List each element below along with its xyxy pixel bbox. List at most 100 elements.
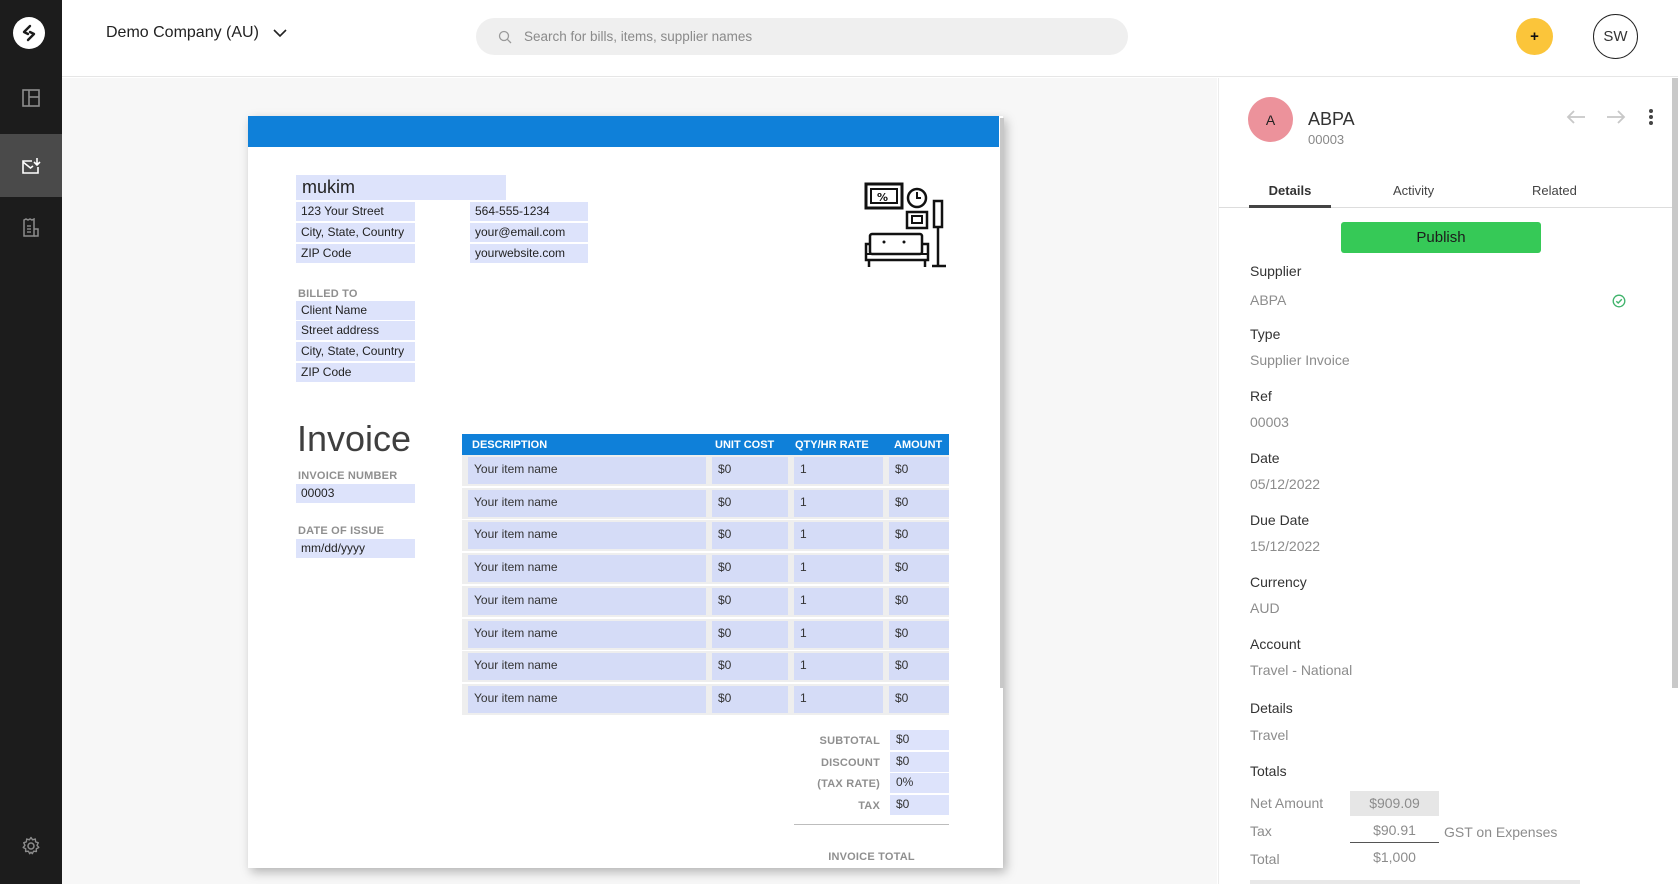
- billed-to-line: Street address: [296, 321, 415, 340]
- column-description: DESCRIPTION: [472, 439, 548, 451]
- item-amount: $0: [889, 685, 949, 713]
- supplier-name: ABPA: [1308, 109, 1355, 129]
- item-amount: $0: [889, 555, 949, 583]
- ref-value[interactable]: 00003: [1250, 414, 1289, 430]
- summary-label: SUBTOTAL: [819, 735, 880, 747]
- invoice-title: Invoice: [297, 418, 412, 459]
- item-description: Your item name: [468, 457, 706, 484]
- total-label: Total: [1250, 851, 1280, 867]
- item-amount: $0: [889, 587, 949, 615]
- item-amount: $0: [889, 522, 949, 550]
- verified-check-icon: [1612, 294, 1626, 308]
- item-amount: $0: [889, 653, 949, 681]
- summary-label: (TAX RATE): [817, 778, 880, 791]
- table-row: Your item name $0 1 $0: [462, 487, 949, 519]
- summary-label: DISCOUNT: [820, 756, 880, 769]
- panel-scrollbar[interactable]: [1672, 78, 1678, 688]
- contact-email: your@email.com: [470, 223, 588, 242]
- ref-label: Ref: [1250, 388, 1272, 404]
- tab-activity[interactable]: Activity: [1393, 183, 1434, 208]
- item-qty: 1: [794, 587, 883, 615]
- column-amount: AMOUNT: [894, 439, 943, 451]
- table-row: Your item name $0 1 $0: [462, 651, 949, 683]
- inbox-download-icon: [22, 157, 41, 174]
- document-scrollbar[interactable]: [1000, 118, 1004, 688]
- tab-details[interactable]: Details: [1249, 183, 1331, 208]
- item-qty: 1: [794, 555, 883, 583]
- table-row: Your item name $0 1 $0: [462, 585, 949, 617]
- due-date-label: Due Date: [1250, 512, 1310, 528]
- business-name: mukim: [296, 175, 506, 200]
- address-line: City, State, Country: [296, 223, 415, 242]
- contact-phone: 564-555-1234: [470, 202, 588, 221]
- item-unit-cost: $0: [712, 522, 788, 550]
- item-description: Your item name: [468, 685, 706, 713]
- item-description: Your item name: [468, 653, 706, 681]
- currency-value[interactable]: AUD: [1250, 600, 1280, 616]
- sidebar-item-inbox[interactable]: [0, 134, 62, 197]
- item-unit-cost: $0: [712, 457, 788, 484]
- tax-value[interactable]: $90.91: [1350, 818, 1439, 843]
- item-unit-cost: $0: [712, 489, 788, 517]
- search-icon: [498, 30, 512, 43]
- item-qty: 1: [794, 489, 883, 517]
- due-date-value[interactable]: 15/12/2022: [1250, 538, 1320, 554]
- arrow-left-icon: [1566, 110, 1585, 124]
- item-unit-cost: $0: [712, 587, 788, 615]
- item-description: Your item name: [468, 587, 706, 615]
- type-value[interactable]: Supplier Invoice: [1250, 352, 1350, 368]
- item-qty: 1: [794, 653, 883, 681]
- invoice-number: 00003: [296, 484, 415, 503]
- next-button[interactable]: [1606, 108, 1626, 131]
- search-input[interactable]: [524, 29, 1084, 44]
- date-of-issue-label: DATE OF ISSUE: [298, 525, 385, 537]
- panel-tabs: Details Activity Related: [1219, 183, 1678, 208]
- chevron-down-icon: [273, 28, 287, 37]
- item-amount: $0: [889, 457, 949, 484]
- item-description: Your item name: [468, 489, 706, 517]
- more-options-button[interactable]: [1648, 108, 1654, 131]
- item-amount: $0: [889, 620, 949, 648]
- table-row: Your item name $0 1 $0: [462, 553, 949, 585]
- user-avatar[interactable]: SW: [1593, 14, 1638, 59]
- search-bar[interactable]: [476, 18, 1128, 55]
- invoice-number-label: INVOICE NUMBER: [298, 470, 398, 482]
- account-label: Account: [1250, 636, 1301, 652]
- item-unit-cost: $0: [712, 555, 788, 583]
- supplier-value[interactable]: ABPA: [1250, 292, 1286, 308]
- company-selector[interactable]: Demo Company (AU): [106, 24, 287, 42]
- item-unit-cost: $0: [712, 620, 788, 648]
- item-qty: 1: [794, 522, 883, 550]
- document-viewer: mukim 123 Your Street City, State, Count…: [62, 78, 1217, 884]
- receipt-icon: [23, 217, 39, 237]
- summary-label: TAX: [858, 800, 880, 813]
- item-description: Your item name: [468, 555, 706, 583]
- table-row: Your item name $0 1 $0: [462, 520, 949, 552]
- previous-button[interactable]: [1566, 108, 1586, 131]
- tab-related[interactable]: Related: [1532, 183, 1577, 208]
- app-logo[interactable]: [13, 17, 45, 49]
- layout-icon: [22, 88, 40, 107]
- tax-type: GST on Expenses: [1444, 824, 1558, 840]
- sidebar-item-reports[interactable]: [0, 196, 62, 259]
- summary-value: $0: [890, 795, 949, 816]
- currency-label: Currency: [1250, 574, 1307, 590]
- add-button[interactable]: +: [1516, 18, 1553, 55]
- items-table-header: DESCRIPTION UNIT COST QTY/HR RATE AMOUNT: [462, 434, 949, 455]
- details-panel: A ABPA 00003 Details Activity Related Pu…: [1218, 78, 1678, 884]
- item-amount: $0: [889, 489, 949, 517]
- net-amount-label: Net Amount: [1250, 795, 1324, 811]
- date-value[interactable]: 05/12/2022: [1250, 476, 1320, 492]
- table-row: Your item name $0 1 $0: [462, 683, 949, 715]
- supplier-label: Supplier: [1250, 263, 1302, 279]
- total-value: $1,000: [1373, 849, 1416, 865]
- net-amount-value: $909.09: [1350, 791, 1439, 816]
- totals-label: Totals: [1250, 763, 1287, 779]
- item-qty: 1: [794, 685, 883, 713]
- arrow-right-icon: [1607, 110, 1626, 124]
- publish-button[interactable]: Publish: [1341, 222, 1541, 253]
- account-value[interactable]: Travel - National: [1250, 662, 1352, 678]
- sidebar-item-settings[interactable]: [0, 814, 62, 877]
- sidebar-item-dashboard[interactable]: [0, 66, 62, 129]
- details-value[interactable]: Travel: [1250, 727, 1288, 743]
